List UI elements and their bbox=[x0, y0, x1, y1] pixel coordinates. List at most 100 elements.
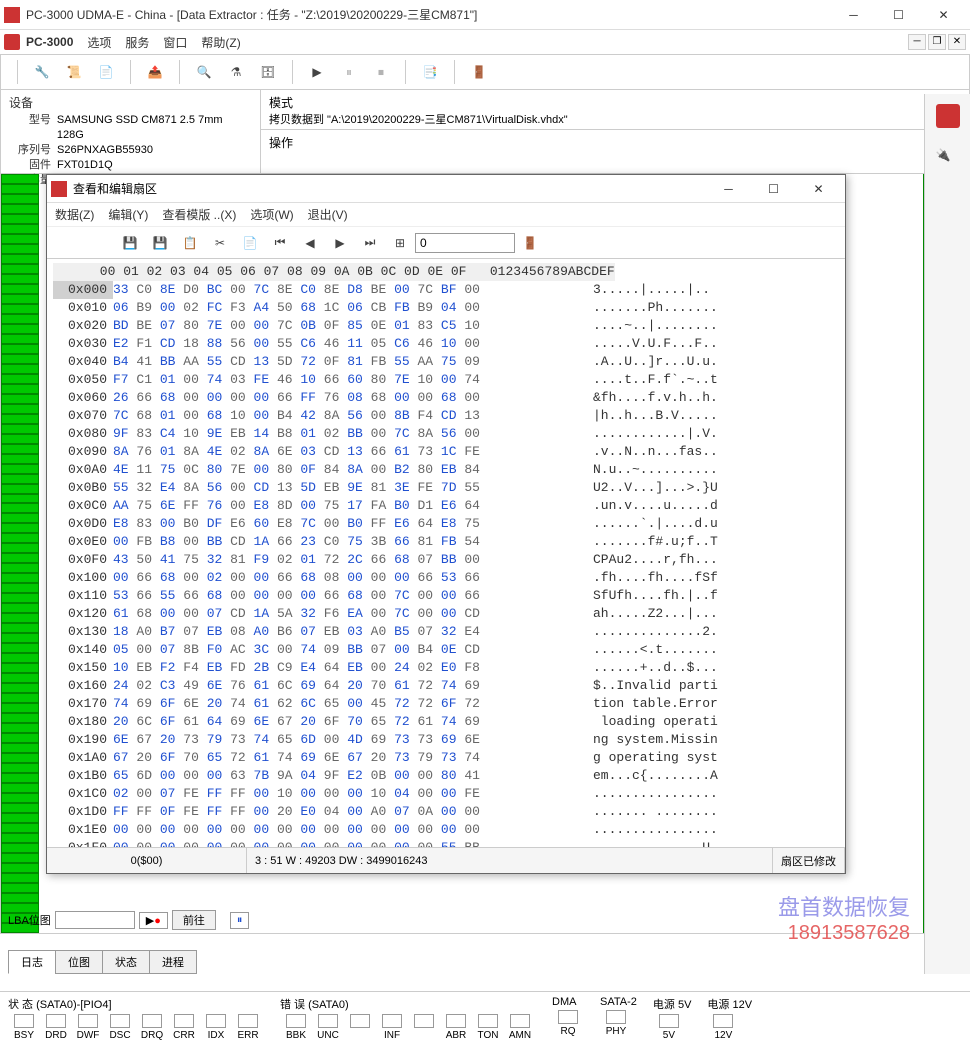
hex-title: 查看和编辑扇区 bbox=[73, 180, 706, 197]
hex-exit-icon[interactable]: 🚪 bbox=[519, 232, 541, 254]
next-icon[interactable]: ▶ bbox=[329, 232, 351, 254]
lba-input[interactable] bbox=[55, 911, 135, 929]
error-title: 错 误 (SATA0) bbox=[280, 996, 536, 1012]
led-idx: IDX bbox=[200, 1014, 232, 1041]
menu-options[interactable]: 选项 bbox=[87, 34, 111, 51]
bottom-tabs: 日志 位图 状态 进程 bbox=[8, 950, 196, 974]
close-button[interactable]: ✕ bbox=[921, 0, 966, 29]
tool-filter-icon[interactable]: ⚗ bbox=[224, 60, 248, 84]
right-sidebar: 🔌 bbox=[924, 94, 970, 974]
hex-maximize[interactable]: ☐ bbox=[751, 174, 796, 203]
paste-icon[interactable]: 📄 bbox=[239, 232, 261, 254]
mdi-minimize[interactable]: ─ bbox=[908, 34, 926, 50]
hex-modified: 扇区已修改 bbox=[773, 848, 845, 873]
led- bbox=[344, 1014, 376, 1041]
first-icon[interactable]: ⏮ bbox=[269, 232, 291, 254]
app-icon-small bbox=[4, 34, 20, 50]
device-model: SAMSUNG SSD CM871 2.5 7mm 128G bbox=[57, 113, 252, 143]
goto-input[interactable] bbox=[415, 233, 515, 253]
hex-app-icon bbox=[51, 181, 67, 197]
menu-window[interactable]: 窗口 bbox=[163, 34, 187, 51]
pause-indicator: ⏸ bbox=[230, 912, 250, 929]
hex-statusbar: 0($00) 3 : 51 W : 49203 DW : 3499016243 … bbox=[47, 847, 845, 873]
maximize-button[interactable]: ☐ bbox=[876, 0, 921, 29]
hex-menu-edit[interactable]: 编辑(Y) bbox=[108, 206, 148, 223]
led- bbox=[408, 1014, 440, 1041]
hex-menubar: 数据(Z) 编辑(Y) 查看模版 ..(X) 选项(W) 退出(V) bbox=[47, 203, 845, 227]
save-as-icon[interactable]: 💾 bbox=[149, 232, 171, 254]
goto-button[interactable]: 前往 bbox=[172, 910, 216, 930]
pause-button[interactable]: ⏸ bbox=[337, 60, 361, 84]
tab-process[interactable]: 进程 bbox=[149, 950, 197, 974]
lba-label: LBA位图 bbox=[8, 912, 51, 928]
tool-binoculars-icon[interactable]: 🔍 bbox=[192, 60, 216, 84]
led-abr: ABR bbox=[440, 1014, 472, 1041]
grid-icon[interactable]: ⊞ bbox=[389, 232, 411, 254]
device-header: 设备 bbox=[9, 94, 252, 111]
status-title: 状 态 (SATA0)-[PIO4] bbox=[8, 996, 264, 1012]
tool-wrench-icon[interactable]: 🔧 bbox=[30, 60, 54, 84]
save-icon[interactable]: 💾 bbox=[119, 232, 141, 254]
led-bbk: BBK bbox=[280, 1014, 312, 1041]
hex-menu-options[interactable]: 选项(W) bbox=[250, 206, 293, 223]
connector-icon[interactable]: 🔌 bbox=[936, 148, 960, 172]
led-dsc: DSC bbox=[104, 1014, 136, 1041]
mdi-close[interactable]: ✕ bbox=[948, 34, 966, 50]
record-icon[interactable]: ▶● bbox=[139, 912, 168, 929]
led-amn: AMN bbox=[504, 1014, 536, 1041]
mode-text: 拷贝数据到 "A:\2019\20200229-三星CM871\VirtualD… bbox=[269, 111, 961, 127]
hex-menu-template[interactable]: 查看模版 ..(X) bbox=[162, 206, 236, 223]
cut-icon[interactable]: ✂ bbox=[209, 232, 231, 254]
led-drq: DRQ bbox=[136, 1014, 168, 1041]
minimize-button[interactable]: ─ bbox=[831, 0, 876, 29]
hex-content[interactable]: 00 01 02 03 04 05 06 07 08 09 0A 0B 0C 0… bbox=[47, 259, 845, 847]
copy-icon[interactable]: 📋 bbox=[179, 232, 201, 254]
tool-page-icon[interactable]: 📄 bbox=[94, 60, 118, 84]
menu-app[interactable]: PC-3000 bbox=[26, 35, 73, 49]
mdi-restore[interactable]: ❐ bbox=[928, 34, 946, 50]
led-ton: TON bbox=[472, 1014, 504, 1041]
hex-minimize[interactable]: ─ bbox=[706, 174, 751, 203]
exit-icon[interactable]: 🚪 bbox=[467, 60, 491, 84]
tool-db-icon[interactable]: 🗄 bbox=[256, 60, 280, 84]
app-icon bbox=[4, 7, 20, 23]
menu-help[interactable]: 帮助(Z) bbox=[201, 34, 240, 51]
window-title: PC-3000 UDMA-E - China - [Data Extractor… bbox=[26, 6, 831, 23]
device-firmware: FXT01D1Q bbox=[57, 158, 113, 173]
main-toolbar: 🔧 📜 📄 📤 🔍 ⚗ 🗄 ▶ ⏸ ⏹ 📑 🚪 bbox=[0, 54, 970, 90]
led-drd: DRD bbox=[40, 1014, 72, 1041]
menu-services[interactable]: 服务 bbox=[125, 34, 149, 51]
led-inf: INF bbox=[376, 1014, 408, 1041]
operation-header: 操作 bbox=[269, 134, 961, 151]
last-icon[interactable]: ⏭ bbox=[359, 232, 381, 254]
window-titlebar: PC-3000 UDMA-E - China - [Data Extractor… bbox=[0, 0, 970, 30]
tab-bitmap[interactable]: 位图 bbox=[55, 950, 103, 974]
led-crr: CRR bbox=[168, 1014, 200, 1041]
map-area: 查看和编辑扇区 ─ ☐ ✕ 数据(Z) 编辑(Y) 查看模版 ..(X) 选项(… bbox=[0, 174, 970, 934]
prev-icon[interactable]: ◀ bbox=[299, 232, 321, 254]
led-unc: UNC bbox=[312, 1014, 344, 1041]
led-dwf: DWF bbox=[72, 1014, 104, 1041]
hex-pos: 0($00) bbox=[47, 848, 247, 873]
hex-editor-window: 查看和编辑扇区 ─ ☐ ✕ 数据(Z) 编辑(Y) 查看模版 ..(X) 选项(… bbox=[46, 174, 846, 874]
led-err: ERR bbox=[232, 1014, 264, 1041]
map-strip-left bbox=[1, 174, 39, 933]
info-panel: 设备 型号SAMSUNG SSD CM871 2.5 7mm 128G 序列号S… bbox=[0, 90, 970, 174]
copy-stack-icon[interactable]: 📑 bbox=[418, 60, 442, 84]
play-button[interactable]: ▶ bbox=[305, 60, 329, 84]
led-bsy: BSY bbox=[8, 1014, 40, 1041]
stop-button[interactable]: ⏹ bbox=[369, 60, 393, 84]
disk-icon[interactable] bbox=[936, 104, 960, 128]
tab-log[interactable]: 日志 bbox=[8, 950, 56, 974]
tab-status[interactable]: 状态 bbox=[102, 950, 150, 974]
hex-menu-exit[interactable]: 退出(V) bbox=[308, 206, 348, 223]
tool-script-icon[interactable]: 📜 bbox=[62, 60, 86, 84]
mode-header: 模式 bbox=[269, 94, 961, 111]
bottom-bar: LBA位图 ▶● 前往 ⏸ bbox=[8, 905, 920, 935]
tool-export-icon[interactable]: 📤 bbox=[143, 60, 167, 84]
hex-close[interactable]: ✕ bbox=[796, 174, 841, 203]
hex-menu-data[interactable]: 数据(Z) bbox=[55, 206, 94, 223]
device-serial: S26PNXAGB55930 bbox=[57, 143, 153, 158]
hex-info: 3 : 51 W : 49203 DW : 3499016243 bbox=[247, 848, 773, 873]
status-footer: 状 态 (SATA0)-[PIO4] BSYDRDDWFDSCDRQCRRIDX… bbox=[0, 991, 970, 1045]
